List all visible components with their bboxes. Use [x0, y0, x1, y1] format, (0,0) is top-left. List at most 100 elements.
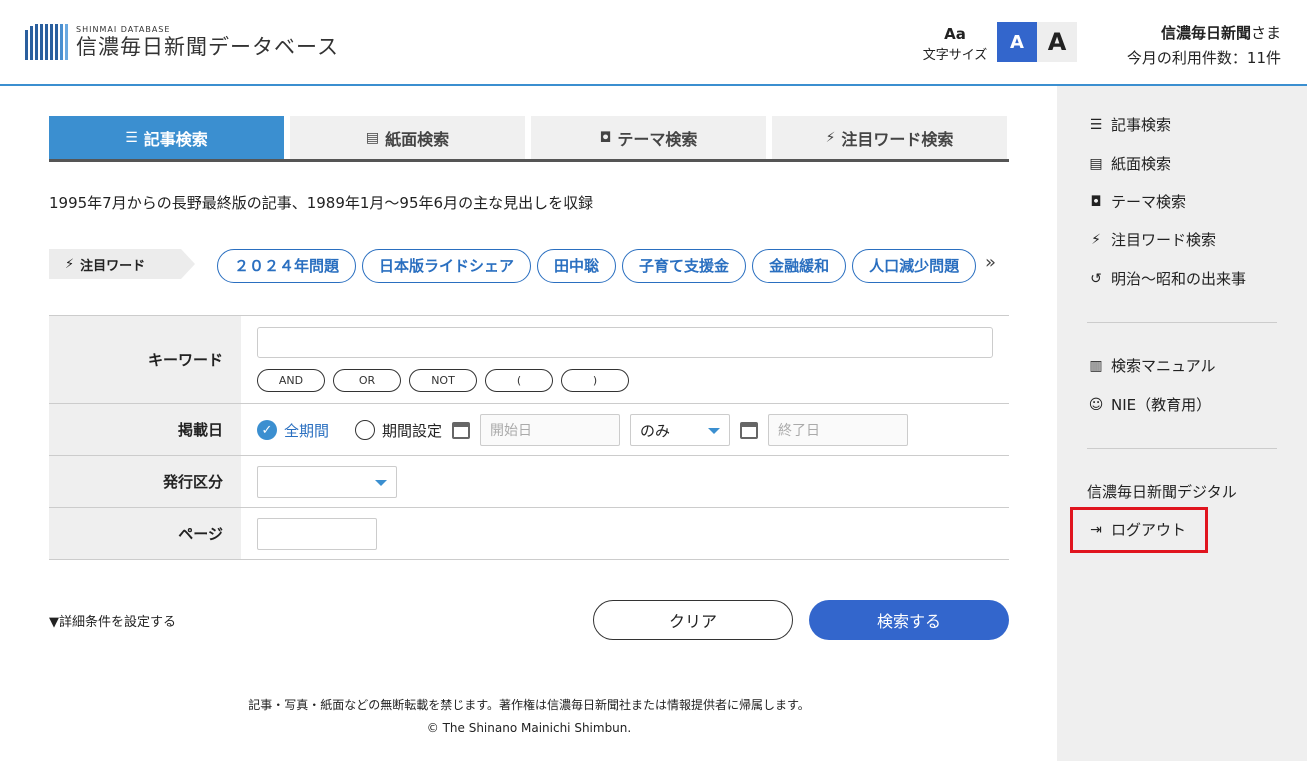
radio-period-setting[interactable] — [355, 420, 376, 440]
sidebar-item-label: テーマ検索 — [1111, 193, 1187, 211]
calendar-icon[interactable] — [452, 421, 471, 439]
tab-article-search[interactable]: ☰ 記事検索 — [49, 116, 284, 159]
site-logo[interactable]: SHINMAI DATABASE 信濃毎日新聞データベース — [25, 22, 339, 62]
newspaper-icon: ▤ — [1089, 155, 1103, 172]
book-icon: ▥ — [1089, 357, 1103, 374]
sidebar-item-theme-search[interactable]: ◘ テーマ検索 — [1087, 191, 1186, 212]
sidebar-item-label: 記事検索 — [1111, 116, 1172, 134]
font-size-icon: Aa — [944, 25, 966, 43]
calendar-icon[interactable] — [740, 421, 759, 439]
range-select[interactable]: のみ — [630, 414, 731, 446]
sidebar-item-label: 紙面検索 — [1111, 155, 1172, 173]
sidebar-item-history[interactable]: ↺ 明治～昭和の出来事 — [1087, 268, 1246, 289]
logo-mark-icon — [25, 24, 70, 60]
tab-page-search[interactable]: ▤ 紙面検索 — [290, 116, 525, 159]
search-button[interactable]: 検索する — [809, 600, 1009, 640]
trending-chip[interactable]: 金融緩和 — [752, 249, 847, 283]
keyword-label: キーワード — [49, 316, 241, 403]
font-size-large-button[interactable]: A — [1037, 22, 1077, 62]
search-description: 1995年7月からの長野最終版の記事、1989年1月～95年6月の主な見出しを収… — [49, 194, 594, 212]
history-icon: ↺ — [1090, 270, 1102, 287]
user-name: 信濃毎日新聞 — [1160, 24, 1251, 42]
or-button[interactable]: OR — [333, 369, 401, 392]
trending-label: ⚡ 注目ワード — [49, 249, 195, 279]
issue-label: 発行区分 — [49, 456, 241, 507]
trending-chip[interactable]: 日本版ライドシェア — [362, 249, 532, 283]
sidebar-item-page-search[interactable]: ▤ 紙面検索 — [1087, 153, 1171, 174]
tab-trending-search[interactable]: ⚡ 注目ワード検索 — [772, 116, 1007, 159]
user-suffix: さま — [1250, 24, 1281, 42]
operator-buttons: AND OR NOT ( ) — [257, 369, 629, 392]
trending-chip[interactable]: ２０２４年問題 — [217, 249, 357, 283]
sidebar-divider — [1087, 322, 1277, 323]
sidebar: ☰ 記事検索 ▤ 紙面検索 ◘ テーマ検索 ⚡ 注目ワード検索 ↺ 明治～昭和の… — [1057, 86, 1307, 761]
tab-label: 記事検索 — [143, 129, 208, 149]
tab-label: 注目ワード検索 — [841, 129, 954, 149]
footer: 記事・写真・紙面などの無断転載を禁じます。著作権は信濃毎日新聞社または情報提供者… — [49, 694, 1009, 740]
chips-scroll-right-icon[interactable]: » — [985, 252, 996, 273]
keyword-row: キーワード AND OR NOT ( ) — [49, 316, 1009, 404]
trending-chip[interactable]: 人口減少問題 — [852, 249, 977, 283]
date-row: 掲載日 ✓ 全期間 期間設定 開始日 のみ 終了日 — [49, 404, 1009, 456]
font-size-label: 文字サイズ — [922, 48, 988, 63]
nie-icon: ☺ — [1088, 396, 1104, 413]
radio-all-period-label[interactable]: 全期間 — [284, 420, 329, 441]
copyright-notice: 記事・写真・紙面などの無断転載を禁じます。著作権は信濃毎日新聞社または情報提供者… — [248, 698, 810, 712]
sidebar-divider — [1087, 448, 1277, 449]
sidebar-item-manual[interactable]: ▥ 検索マニュアル — [1087, 355, 1216, 376]
list-icon: ☰ — [125, 129, 138, 146]
header: SHINMAI DATABASE 信濃毎日新聞データベース Aa 文字サイズ A… — [0, 0, 1307, 86]
logout-label: ログアウト — [1111, 521, 1187, 539]
sidebar-item-label: NIE（教育用） — [1111, 396, 1212, 414]
tab-theme-search[interactable]: ◘ テーマ検索 — [531, 116, 766, 159]
sidebar-item-label: 検索マニュアル — [1111, 357, 1216, 375]
open-paren-button[interactable]: ( — [485, 369, 553, 392]
bookmark-icon: ◘ — [599, 129, 612, 146]
logout-icon: ⇥ — [1090, 521, 1102, 538]
clear-button[interactable]: クリア — [593, 600, 793, 640]
detail-conditions-link[interactable]: ▼詳細条件を設定する — [49, 611, 176, 630]
trending-chips: ２０２４年問題 日本版ライドシェア 田中聡 子育て支援金 金融緩和 人口減少問題 — [217, 249, 977, 285]
sidebar-item-label: 注目ワード検索 — [1111, 231, 1217, 249]
tab-label: テーマ検索 — [617, 129, 698, 149]
logo-title: 信濃毎日新聞データベース — [76, 35, 339, 59]
usage-count: 今月の利用件数：11件 — [1126, 49, 1281, 67]
logout-link[interactable]: ⇥ ログアウト — [1087, 519, 1186, 540]
not-button[interactable]: NOT — [409, 369, 477, 392]
sidebar-item-label: 明治～昭和の出来事 — [1111, 270, 1247, 288]
search-tabs: ☰ 記事検索 ▤ 紙面検索 ◘ テーマ検索 ⚡ 注目ワード検索 — [49, 116, 1009, 162]
tab-label: 紙面検索 — [385, 129, 450, 149]
start-date-input[interactable]: 開始日 — [480, 414, 621, 446]
sidebar-item-nie[interactable]: ☺ NIE（教育用） — [1087, 394, 1211, 415]
lightning-icon: ⚡ — [825, 129, 836, 146]
issue-row: 発行区分 — [49, 456, 1009, 508]
lightning-icon: ⚡ — [65, 256, 75, 272]
close-paren-button[interactable]: ) — [561, 369, 629, 392]
page-row: ページ — [49, 508, 1009, 560]
chevron-down-icon — [708, 428, 721, 434]
search-form: キーワード AND OR NOT ( ) 掲載日 ✓ 全期間 期間設定 開始日 — [49, 315, 1009, 560]
font-size-control: Aa 文字サイズ — [919, 26, 991, 63]
radio-all-period[interactable]: ✓ — [257, 420, 277, 440]
user-info: 信濃毎日新聞さま 今月の利用件数：11件 — [1127, 21, 1281, 71]
sidebar-item-trending-search[interactable]: ⚡ 注目ワード検索 — [1087, 229, 1216, 250]
page-label: ページ — [49, 508, 241, 559]
logo-subtitle: SHINMAI DATABASE — [76, 25, 171, 34]
trending-label-text: 注目ワード — [80, 258, 146, 274]
date-label: 掲載日 — [49, 404, 241, 455]
range-select-value: のみ — [640, 421, 671, 440]
radio-period-setting-label[interactable]: 期間設定 — [382, 420, 442, 441]
issue-select[interactable] — [257, 466, 397, 498]
end-date-input[interactable]: 終了日 — [768, 414, 909, 446]
and-button[interactable]: AND — [257, 369, 325, 392]
keyword-input[interactable] — [257, 327, 993, 358]
sidebar-item-digital[interactable]: 信濃毎日新聞デジタル — [1087, 481, 1237, 502]
trending-chip[interactable]: 田中聡 — [537, 249, 617, 283]
sidebar-item-article-search[interactable]: ☰ 記事検索 — [1087, 114, 1171, 135]
page-input[interactable] — [257, 518, 377, 550]
trending-chip[interactable]: 子育て支援金 — [622, 249, 747, 283]
bookmark-icon: ◘ — [1090, 193, 1102, 210]
list-icon: ☰ — [1089, 116, 1103, 133]
font-size-small-button[interactable]: A — [997, 22, 1037, 62]
copyright: © The Shinano Mainichi Shimbun. — [426, 721, 632, 735]
